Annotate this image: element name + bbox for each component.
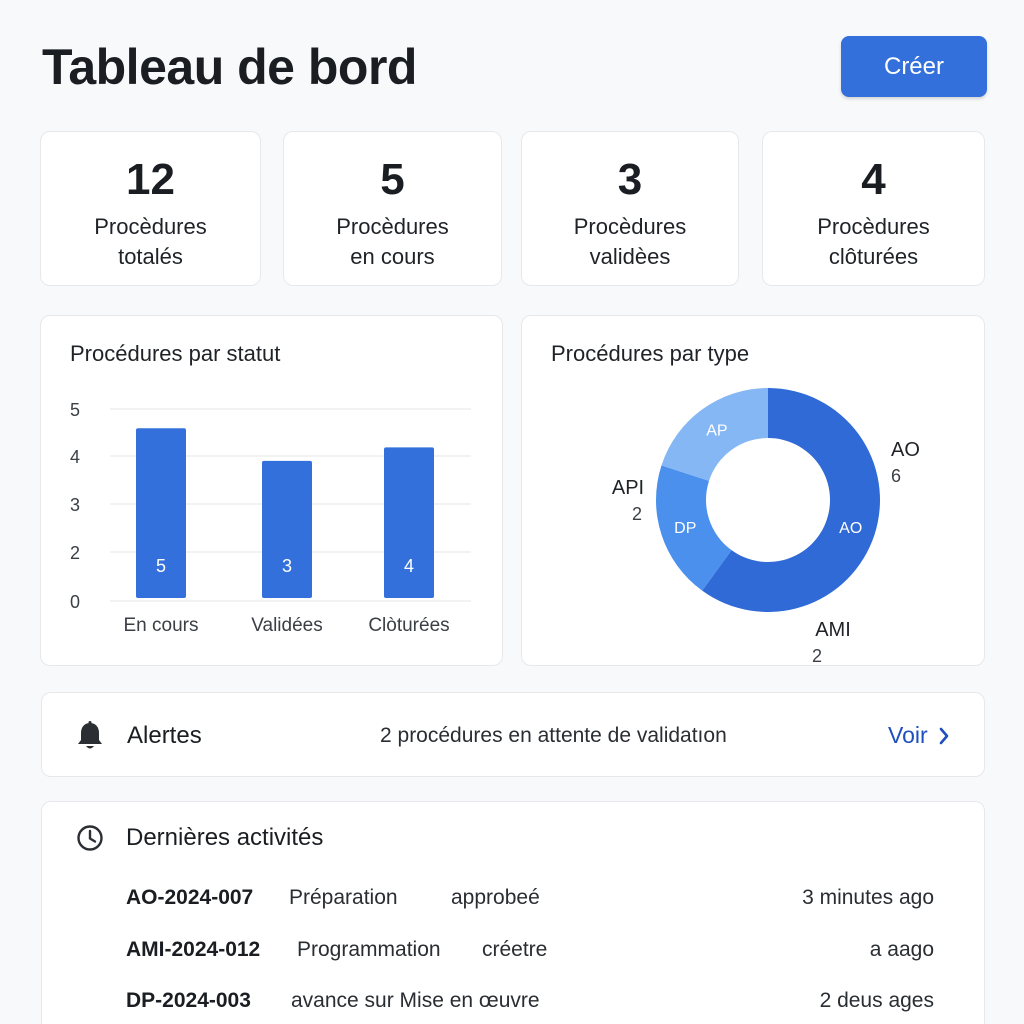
activity-code: DP-2024-003 xyxy=(126,989,251,1012)
slice-value-label: 2 xyxy=(812,646,822,666)
view-alerts-link[interactable]: Voir xyxy=(888,722,950,749)
alerts-card: Alertes 2 procédures en attente de valid… xyxy=(41,692,985,777)
type-donut-chart: AO DP AP AO 6 AMI 2 API 2 xyxy=(612,388,920,666)
status-chart-panel: Procédures par statut 5 4 3 2 0 5 En cours 3 Val… xyxy=(40,315,503,666)
activity-row[interactable]: AO-2024-007 Préparation approbeé 3 minut… xyxy=(126,886,934,916)
activity-row[interactable]: AMI-2024-012 Programmation créetre a aag… xyxy=(126,938,934,968)
stat-card-total: 12 Procèdures totalés xyxy=(40,131,261,286)
activity-title: Dernières activités xyxy=(126,824,324,851)
stat-card-validated: 3 Procèdures validèes xyxy=(521,131,739,286)
y-tick-label: 5 xyxy=(70,400,80,420)
activity-status: approbeé xyxy=(451,886,540,909)
x-tick-label: Validées xyxy=(251,615,322,636)
alerts-message: 2 procédures en attente de validatıon xyxy=(380,724,727,747)
chevron-right-icon xyxy=(939,727,948,744)
activity-desc: avance sur Mise en œuvre xyxy=(291,989,540,1012)
type-chart-panel: Procédures par type AO DP AP AO 6 AMI 2 API 2 xyxy=(521,315,985,666)
stat-card-in-progress: 5 Procèdures en cours xyxy=(283,131,502,286)
activity-time: a aago xyxy=(869,938,934,961)
status-bar-chart: 5 4 3 2 0 5 En cours 3 Validées 4 Clòturées xyxy=(70,400,471,636)
create-button[interactable]: Créer xyxy=(841,36,987,97)
slice-inner-label: AP xyxy=(706,423,727,440)
slice-value-label: 6 xyxy=(891,466,901,486)
y-tick-label: 2 xyxy=(70,543,80,563)
activity-code: AO-2024-007 xyxy=(126,886,254,909)
slice-label: API xyxy=(612,477,644,499)
slice-value-label: 2 xyxy=(632,504,642,524)
y-tick-label: 0 xyxy=(70,592,80,612)
activity-row[interactable]: DP-2024-003 avance sur Mise en œuvre 2 d… xyxy=(126,989,934,1019)
page-title: Tableau de bord xyxy=(42,39,417,95)
stat-label: Procèdures en cours xyxy=(336,214,449,269)
activity-time: 3 minutes ago xyxy=(802,886,934,909)
slice-inner-label: AO xyxy=(839,520,862,537)
stat-card-closed: 4 Procèdures clôturées xyxy=(762,131,985,286)
stat-label: Procèdures validèes xyxy=(573,214,687,269)
bar-value-label: 3 xyxy=(282,556,292,576)
stat-value: 12 xyxy=(126,155,175,204)
activity-desc: Préparation xyxy=(289,886,398,909)
activity-desc: Programmation xyxy=(297,938,441,961)
activity-time: 2 deus ages xyxy=(819,989,934,1012)
bell-icon xyxy=(78,721,102,749)
bar-value-label: 5 xyxy=(156,556,166,576)
stat-value: 3 xyxy=(617,155,643,204)
stat-label: Procèdures clôturées xyxy=(817,214,930,269)
bar-value-label: 4 xyxy=(404,556,414,576)
slice-label: AO xyxy=(891,439,920,461)
x-tick-label: En cours xyxy=(124,615,199,636)
stat-value: 5 xyxy=(380,155,405,204)
x-tick-label: Clòturées xyxy=(368,615,449,636)
slice-inner-label: DP xyxy=(674,520,696,537)
bar xyxy=(262,460,312,598)
y-tick-label: 4 xyxy=(70,447,80,467)
alerts-title: Alertes xyxy=(127,722,202,749)
activity-status: créetre xyxy=(482,938,548,961)
clock-icon xyxy=(77,825,103,851)
slice-label: AMI xyxy=(815,619,851,641)
stat-label: Procèdures totalés xyxy=(94,214,207,269)
stat-value: 4 xyxy=(861,155,886,204)
y-tick-label: 3 xyxy=(70,495,80,515)
view-alerts-label: Voir xyxy=(888,722,928,748)
recent-activity-card: Dernières activités AO-2024-007 Préparat… xyxy=(41,801,985,1024)
activity-code: AMI-2024-012 xyxy=(126,938,261,961)
